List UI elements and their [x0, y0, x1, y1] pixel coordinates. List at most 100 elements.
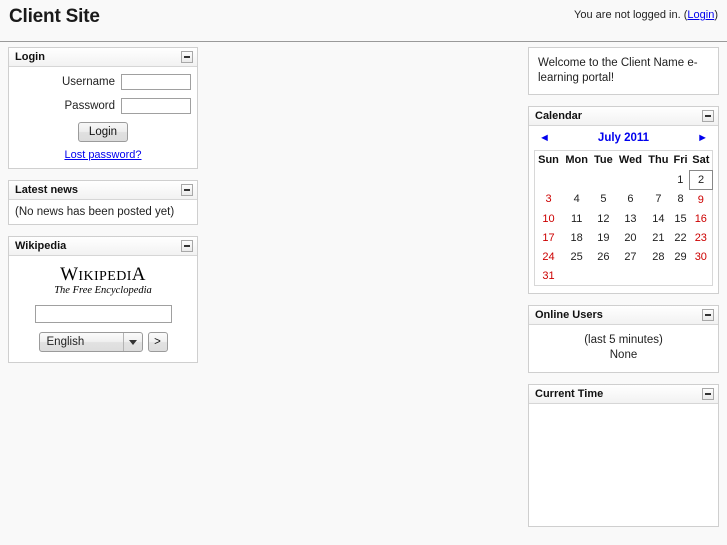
calendar-table: Sun Mon Tue Wed Thu Fri Sat 1 2 3 4 5 6 7 8 9 10 11 12 13 1… [534, 150, 713, 286]
calendar-nav: ◄ July 2011 ► [534, 131, 713, 150]
calendar-day[interactable]: 22 [671, 228, 689, 247]
wikipedia-block-title: Wikipedia [15, 240, 67, 252]
calendar-day-empty [591, 266, 615, 286]
minus-icon[interactable] [181, 240, 193, 252]
calendar-day-empty [562, 171, 591, 190]
calendar-weekday-sun: Sun [538, 154, 559, 167]
calendar-week-row: 17 18 19 20 21 22 23 [535, 228, 713, 247]
wikipedia-block-header: Wikipedia [9, 237, 197, 256]
wikipedia-logo-w: W [60, 264, 79, 285]
password-input[interactable] [121, 98, 191, 114]
calendar-day[interactable]: 21 [645, 228, 671, 247]
calendar-day[interactable]: 14 [645, 209, 671, 228]
calendar-day[interactable]: 9 [690, 190, 713, 210]
wikipedia-language-value: English [46, 336, 85, 348]
latest-news-body: (No news has been posted yet) [15, 206, 175, 218]
calendar-day[interactable]: 8 [671, 190, 689, 210]
current-time-block: Current Time [528, 384, 719, 527]
calendar-day-empty [535, 171, 563, 190]
calendar-day[interactable]: 24 [535, 247, 563, 266]
calendar-day[interactable]: 5 [591, 190, 615, 210]
calendar-day[interactable]: 7 [645, 190, 671, 210]
calendar-header-row: Sun Mon Tue Wed Thu Fri Sat [535, 151, 713, 171]
calendar-day[interactable]: 16 [690, 209, 713, 228]
calendar-week-row: 3456789 [535, 190, 713, 210]
online-users-value: None [609, 349, 638, 361]
online-users-block-title: Online Users [535, 309, 603, 321]
login-block: Login Username Password Login Lost passw… [8, 47, 198, 169]
login-submit-button[interactable]: Login [77, 122, 129, 142]
online-users-subtitle: (last 5 minutes) [584, 334, 663, 346]
username-label: Username [61, 76, 115, 88]
calendar-day[interactable]: 18 [562, 228, 591, 247]
login-block-header: Login [9, 48, 197, 67]
online-users-block-header: Online Users [529, 306, 718, 325]
header-login-link[interactable]: Login [687, 9, 714, 21]
calendar-day[interactable]: 30 [690, 247, 713, 266]
calendar-day[interactable]: 26 [591, 247, 615, 266]
calendar-day[interactable]: 1 [671, 171, 689, 190]
calendar-day[interactable]: 17 [535, 228, 563, 247]
calendar-weekday-thu: Thu [648, 154, 669, 167]
calendar-day-empty [562, 266, 591, 286]
online-users-block: Online Users (last 5 minutes) None [528, 305, 719, 373]
calendar-day[interactable]: 6 [616, 190, 646, 210]
right-column: Welcome to the Client Name e-learning po… [528, 47, 719, 538]
calendar-next-month-icon[interactable]: ► [697, 132, 708, 144]
calendar-day-empty [616, 266, 646, 286]
wikipedia-language-select[interactable]: English [38, 332, 143, 352]
wikipedia-go-button[interactable]: > [147, 332, 168, 352]
wikipedia-block: Wikipedia WIKIPEDIA The Free Encyclopedi… [8, 236, 198, 363]
calendar-day[interactable]: 25 [562, 247, 591, 266]
calendar-prev-month-icon[interactable]: ◄ [539, 132, 550, 144]
calendar-day[interactable]: 15 [671, 209, 689, 228]
minus-icon[interactable] [181, 184, 193, 196]
calendar-month-label[interactable]: July 2011 [598, 132, 649, 144]
welcome-box: Welcome to the Client Name e-learning po… [528, 47, 719, 95]
login-block-body: Username Password Login Lost password? [9, 67, 197, 168]
calendar-day-empty [645, 171, 671, 190]
minus-icon[interactable] [181, 51, 193, 63]
calendar-day[interactable]: 20 [616, 228, 646, 247]
wikipedia-search-input[interactable] [34, 305, 172, 323]
minus-icon[interactable] [702, 110, 714, 122]
lost-password-wrap: Lost password? [15, 149, 191, 161]
calendar-weekday-mon: Mon [565, 154, 588, 167]
latest-news-block: Latest news (No news has been posted yet… [8, 180, 198, 225]
page-header: Client Site You are not logged in. (Logi… [0, 0, 727, 42]
calendar-day[interactable]: 28 [645, 247, 671, 266]
calendar-day[interactable]: 27 [616, 247, 646, 266]
username-input[interactable] [121, 74, 191, 90]
minus-icon[interactable] [702, 388, 714, 400]
calendar-day[interactable]: 19 [591, 228, 615, 247]
current-time-block-header: Current Time [529, 385, 718, 404]
calendar-block-title: Calendar [535, 110, 583, 122]
calendar-day[interactable]: 11 [562, 209, 591, 228]
wikipedia-logo: WIKIPEDIA [15, 265, 191, 284]
calendar-day[interactable]: 12 [591, 209, 615, 228]
page-layout: Login Username Password Login Lost passw… [0, 42, 727, 545]
calendar-weekday-tue: Tue [594, 154, 613, 167]
minus-icon[interactable] [702, 309, 714, 321]
calendar-block: Calendar ◄ July 2011 ► Sun Mon Tue Wed Thu Fr… [528, 106, 719, 294]
calendar-day[interactable]: 4 [562, 190, 591, 210]
calendar-day[interactable]: 29 [671, 247, 689, 266]
chevron-down-icon [122, 333, 142, 351]
calendar-week-row: 24 25 26 27 28 29 30 [535, 247, 713, 266]
calendar-day[interactable]: 31 [535, 266, 563, 286]
username-row: Username [15, 74, 191, 90]
calendar-block-header: Calendar [529, 107, 718, 126]
calendar-weekday-wed: Wed [618, 154, 642, 167]
calendar-day[interactable]: 23 [690, 228, 713, 247]
lost-password-link[interactable]: Lost password? [64, 149, 141, 161]
login-button-wrap: Login [15, 122, 191, 142]
login-status: You are not logged in. (Login) [574, 9, 718, 21]
latest-news-block-title: Latest news [15, 184, 78, 196]
calendar-weekday-fri: Fri [673, 154, 688, 167]
current-time-block-title: Current Time [535, 388, 604, 400]
calendar-day-today[interactable]: 2 [689, 170, 713, 190]
calendar-day-empty [616, 171, 646, 190]
calendar-day[interactable]: 3 [535, 190, 563, 210]
calendar-day[interactable]: 13 [616, 209, 646, 228]
calendar-day[interactable]: 10 [535, 209, 563, 228]
